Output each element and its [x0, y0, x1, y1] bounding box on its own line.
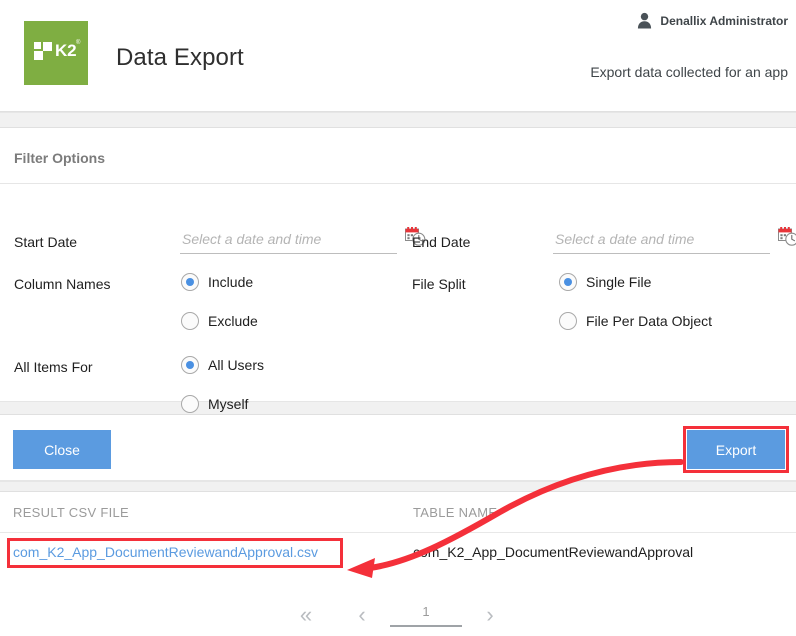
radio-label: File Per Data Object: [586, 313, 712, 329]
logo-square-small: [34, 42, 41, 49]
radio-button[interactable]: [559, 312, 577, 330]
logo-square-topright: [43, 42, 52, 51]
radio-button[interactable]: [181, 273, 199, 291]
close-button[interactable]: Close: [13, 430, 111, 469]
csv-file-link[interactable]: com_K2_App_DocumentReviewandApproval.csv: [13, 544, 318, 560]
form-divider-band: [0, 401, 796, 415]
filter-options-title: Filter Options: [14, 150, 105, 166]
radio-button[interactable]: [559, 273, 577, 291]
action-bar: Close Export: [0, 415, 796, 481]
header-divider-band: [0, 112, 796, 128]
pagination-first-button[interactable]: «: [278, 604, 334, 626]
person-icon: [636, 12, 653, 29]
page-subtitle: Export data collected for an app: [590, 64, 788, 80]
end-date-label: End Date: [412, 234, 470, 250]
pagination-prev-button[interactable]: ‹: [334, 604, 390, 626]
column-header-result-csv-file: RESULT CSV FILE: [13, 505, 129, 520]
k2-logo-mark: K2 ®: [34, 42, 78, 64]
k2-logo: K2 ®: [24, 21, 88, 85]
export-button[interactable]: Export: [687, 430, 785, 469]
radio-all-items-all-users[interactable]: All Users: [181, 356, 264, 374]
logo-square-bottomleft: [34, 51, 43, 60]
table-name-value: com_K2_App_DocumentReviewandApproval: [413, 544, 693, 560]
k2-logo-trademark: ®: [76, 40, 80, 46]
user-name: Denallix Administrator: [660, 14, 788, 28]
pagination-next-button[interactable]: ›: [462, 604, 518, 626]
column-header-table-name: TABLE NAME: [413, 505, 497, 520]
radio-column-names-include[interactable]: Include: [181, 273, 253, 291]
pagination: « ‹ 1 ›: [0, 592, 796, 636]
radio-column-names-exclude[interactable]: Exclude: [181, 312, 258, 330]
column-names-label: Column Names: [14, 276, 110, 292]
pagination-current-page[interactable]: 1: [390, 604, 462, 627]
start-date-label: Start Date: [14, 234, 77, 250]
file-split-label: File Split: [412, 276, 466, 292]
radio-label: Include: [208, 274, 253, 290]
results-table: RESULT CSV FILE TABLE NAME com_K2_App_Do…: [0, 492, 796, 592]
radio-file-split-per-object[interactable]: File Per Data Object: [559, 312, 712, 330]
table-header-divider: [0, 532, 796, 533]
radio-label: Myself: [208, 396, 248, 412]
radio-file-split-single[interactable]: Single File: [559, 273, 651, 291]
filter-options-form: Start Date Select a date and time: [0, 184, 796, 401]
radio-label: Exclude: [208, 313, 258, 329]
start-date-field[interactable]: Select a date and time: [180, 228, 397, 254]
radio-all-items-myself[interactable]: Myself: [181, 395, 248, 413]
radio-label: Single File: [586, 274, 651, 290]
page-title: Data Export: [116, 44, 244, 72]
data-export-page: K2 ® Data Export Denallix Administrator …: [0, 0, 796, 636]
k2-logo-text: K2: [55, 41, 76, 61]
filter-options-header: Filter Options: [0, 128, 796, 184]
results-divider-band: [0, 481, 796, 492]
end-date-placeholder: Select a date and time: [555, 231, 694, 247]
radio-button[interactable]: [181, 312, 199, 330]
user-identity[interactable]: Denallix Administrator: [636, 12, 788, 29]
end-date-field[interactable]: Select a date and time: [553, 228, 770, 254]
page-header: K2 ® Data Export Denallix Administrator …: [0, 0, 796, 112]
calendar-clock-icon[interactable]: [778, 226, 796, 252]
all-items-for-label: All Items For: [14, 359, 93, 375]
radio-button[interactable]: [181, 356, 199, 374]
start-date-placeholder: Select a date and time: [182, 231, 321, 247]
radio-button[interactable]: [181, 395, 199, 413]
radio-label: All Users: [208, 357, 264, 373]
